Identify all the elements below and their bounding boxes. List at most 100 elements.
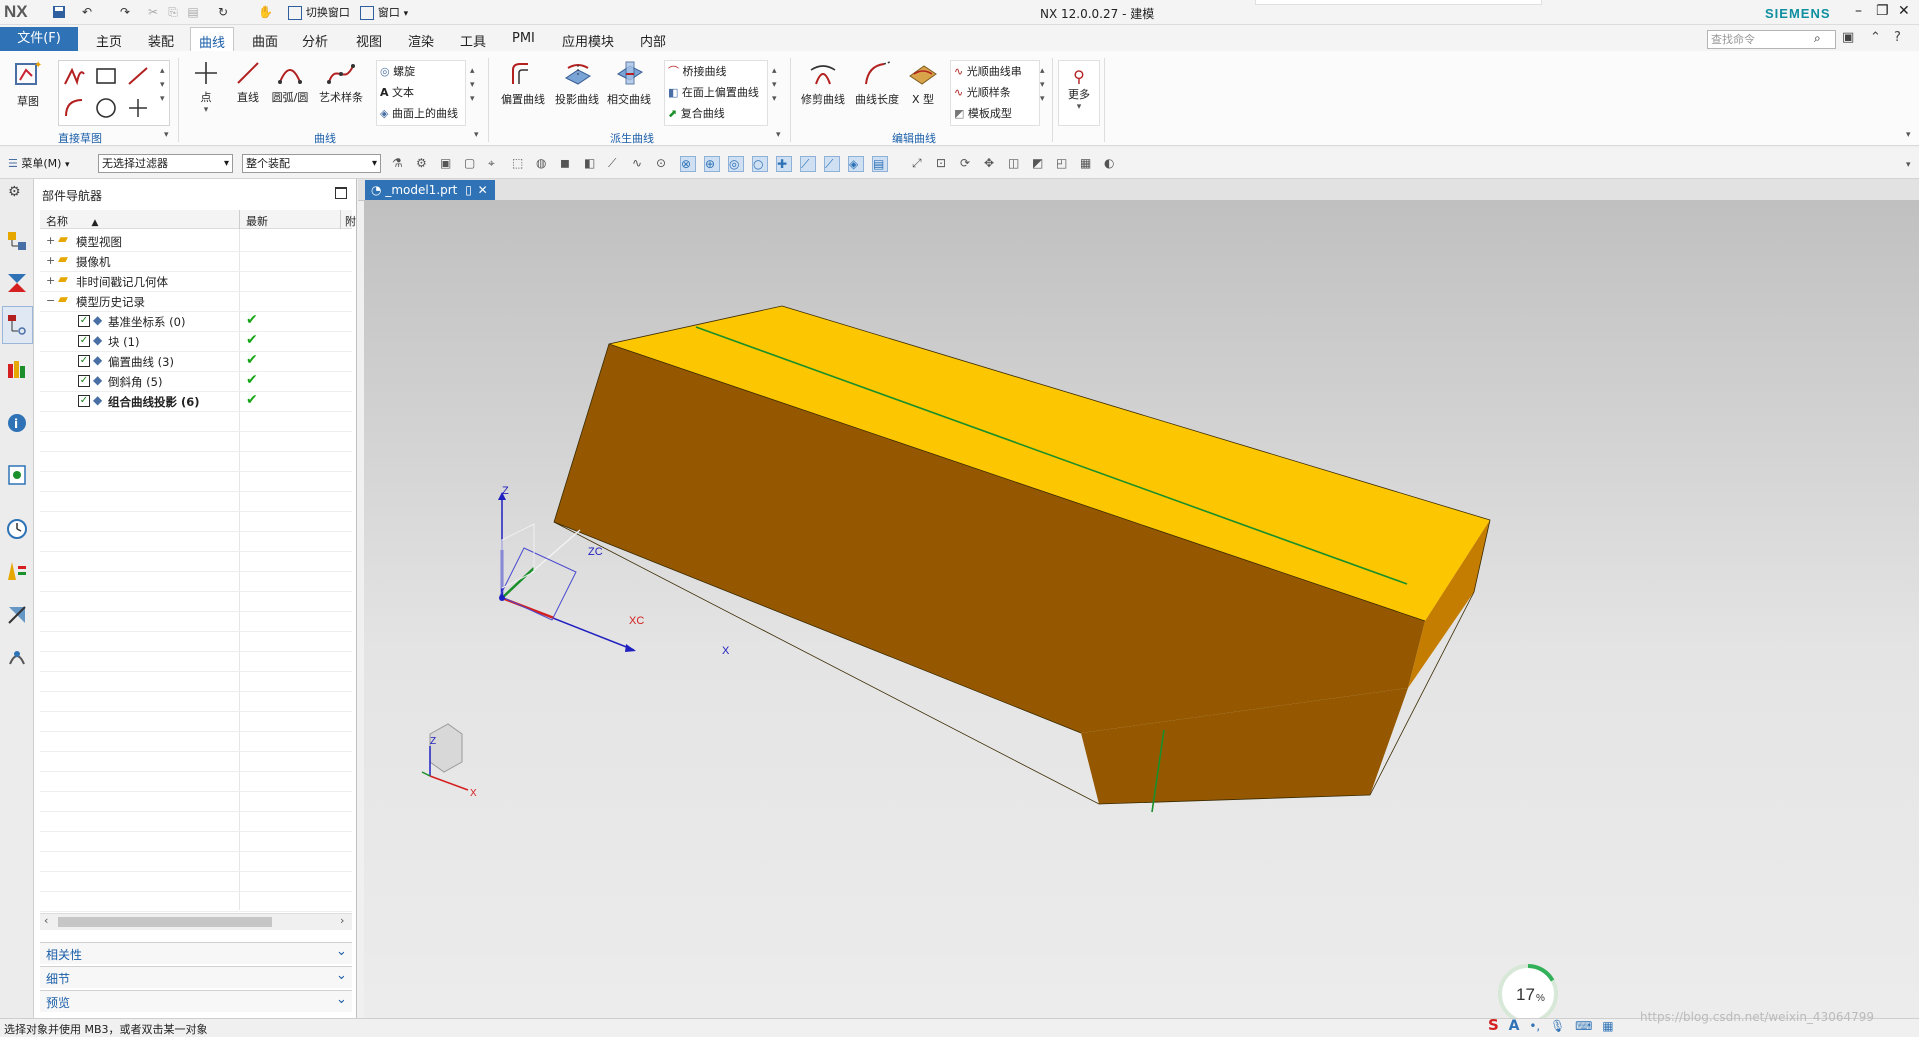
snap-intersection-icon[interactable]: ✚	[776, 156, 792, 172]
edit-list-scroll-icon[interactable]: ▴ ▾ ▾	[1040, 64, 1045, 106]
sketch-button[interactable]: ✦ 草图	[12, 58, 44, 109]
group-derived-expand-icon[interactable]: ▾	[776, 130, 781, 140]
zoom-icon[interactable]: ⊡	[936, 156, 950, 170]
group-direct-sketch-expand-icon[interactable]: ▾	[164, 130, 169, 140]
cut-icon[interactable]: ✂	[146, 5, 160, 19]
feature-checkbox[interactable]: ✓	[78, 355, 90, 367]
general-filter-icon[interactable]: ⚙	[416, 156, 430, 170]
switch-window-button[interactable]: 切换窗口	[288, 4, 350, 20]
navigator-maximize-icon[interactable]	[335, 187, 347, 199]
datum-origin[interactable]	[499, 595, 505, 601]
snap-endpoint-icon[interactable]: ⊗	[680, 156, 696, 172]
touch-mode-icon[interactable]: ✋	[258, 5, 273, 19]
reuse-library-icon[interactable]	[6, 358, 28, 380]
snap-center-icon[interactable]: ◎	[728, 156, 744, 172]
details-panel[interactable]: 细节 ⌄	[40, 966, 352, 988]
tree-row[interactable]: + ▰ 模型视图	[40, 231, 352, 252]
ribbon-options-icon[interactable]: ▣	[1842, 30, 1854, 45]
ime-punct-icon[interactable]: •,	[1529, 1019, 1540, 1033]
process-studio-icon[interactable]	[6, 560, 28, 582]
body-select-icon[interactable]: ◼	[560, 156, 574, 170]
tree-row[interactable]: + ▰ 摄像机	[40, 251, 352, 272]
preview-panel[interactable]: 预览 ⌄	[40, 990, 352, 1012]
column-header-latest[interactable]: 最新	[246, 213, 268, 229]
tree-row[interactable]: ✓ ◆ 组合曲线投影 (6) ✔	[40, 391, 352, 412]
tree-row[interactable]: ✓ ◆ 块 (1) ✔	[40, 331, 352, 352]
tab-tools[interactable]: 工具	[460, 31, 486, 50]
arc-circle-button[interactable]: 圆弧/圆	[268, 60, 312, 105]
tab-render[interactable]: 渲染	[408, 31, 434, 50]
help-icon[interactable]: ?	[1894, 30, 1901, 45]
tree-row[interactable]: − ▰ 模型历史记录	[40, 291, 352, 312]
collapse-ribbon-icon[interactable]: ⌃	[1870, 30, 1881, 45]
history-icon[interactable]	[6, 518, 28, 540]
selection-scope-select[interactable]: 整个装配	[242, 154, 381, 173]
expand-toggle-icon[interactable]: +	[46, 234, 55, 247]
column-header-name[interactable]: 名称 ▲	[46, 213, 98, 229]
model-canvas[interactable]: Z ZC XC X Z X 17 %	[364, 200, 1919, 1018]
undo-icon[interactable]: ↶	[80, 5, 94, 19]
feature-checkbox[interactable]: ✓	[78, 335, 90, 347]
snap-bounded-icon[interactable]: ▤	[872, 156, 888, 172]
art-spline-button[interactable]: 艺术样条	[316, 60, 366, 105]
rectangle-select-icon[interactable]: ⬚	[512, 156, 526, 170]
tab-close-icon[interactable]: ✕	[478, 183, 488, 197]
part-navigator-tab[interactable]	[2, 306, 33, 344]
snap-quadrant-icon[interactable]: ○	[752, 156, 768, 172]
assembly-navigator-icon[interactable]	[6, 230, 28, 252]
feature-select-icon[interactable]: ◍	[536, 156, 550, 170]
datum-yz-plane[interactable]	[501, 523, 535, 589]
expand-toggle-icon[interactable]: −	[46, 294, 55, 307]
edge-select-icon[interactable]: ⟋	[608, 156, 622, 170]
resource-settings-icon[interactable]: ⚙	[8, 184, 21, 200]
render-style-icon[interactable]: ◩	[1032, 156, 1046, 170]
rectangle-icon[interactable]	[94, 64, 118, 88]
tree-row[interactable]: ✓ ◆ 基准坐标系 (0) ✔	[40, 311, 352, 332]
type-filter-icon[interactable]: ⚗	[392, 156, 406, 170]
point-button[interactable]: 点 ▾	[192, 60, 220, 115]
offset-curve-button[interactable]: 偏置曲线	[498, 60, 548, 107]
pan-icon[interactable]: ✥	[984, 156, 998, 170]
file-menu-button[interactable]: 文件(F)	[0, 27, 78, 51]
window-menu-button[interactable]: 窗口 ▾	[360, 4, 408, 20]
keyboard-icon[interactable]: ⌨	[1575, 1019, 1592, 1033]
more-button[interactable]: ⚲ 更多 ▾	[1058, 60, 1100, 126]
role-icon[interactable]	[6, 646, 28, 668]
line-button[interactable]: 直线	[234, 60, 262, 105]
restore-button[interactable]: ❐	[1876, 3, 1889, 19]
sogou-ime-icon[interactable]: S	[1488, 1016, 1499, 1034]
feature-checkbox[interactable]: ✓	[78, 375, 90, 387]
redo-icon[interactable]: ↷	[118, 5, 132, 19]
x-form-button[interactable]: X 型	[904, 60, 942, 107]
text-button[interactable]: A 文本	[380, 84, 414, 100]
toolbar-expand-icon[interactable]: ▾	[1906, 160, 1911, 170]
curve-on-surface-button[interactable]: ◈ 曲面上的曲线	[380, 105, 458, 121]
view-triad-cube[interactable]	[429, 723, 463, 773]
show-hide-icon[interactable]: ◐	[1104, 156, 1118, 170]
selection-filter-select[interactable]: 无选择过滤器	[98, 154, 233, 173]
composite-curve-button[interactable]: ⬈ 复合曲线	[668, 105, 725, 121]
circle-icon[interactable]	[94, 96, 118, 120]
tab-assembly[interactable]: 装配	[148, 31, 174, 50]
tree-row[interactable]: ✓ ◆ 倒斜角 (5) ✔	[40, 371, 352, 392]
snap-on-face-icon[interactable]: ◈	[848, 156, 864, 172]
hd3d-tools-icon[interactable]: i	[6, 412, 28, 434]
ime-mode-icon[interactable]: A	[1509, 1018, 1520, 1034]
point-select-icon[interactable]: ⊙	[656, 156, 670, 170]
minimize-button[interactable]: –	[1855, 3, 1862, 19]
ime-toolbox-icon[interactable]: ▦	[1602, 1019, 1613, 1033]
tab-pin-icon[interactable]: ▯	[465, 183, 472, 197]
model-tab[interactable]: ◔ _model1.prt ▯ ✕	[365, 180, 495, 200]
derived-list-scroll-icon[interactable]: ▴ ▾ ▾	[772, 64, 777, 106]
feature-checkbox[interactable]: ✓	[78, 315, 90, 327]
tab-internal[interactable]: 内部	[640, 31, 666, 50]
trim-curve-button[interactable]: 修剪曲线	[798, 60, 848, 107]
select-all-icon[interactable]: ▣	[440, 156, 454, 170]
project-curve-button[interactable]: 投影曲线	[552, 60, 602, 107]
sketch-line-icon[interactable]	[126, 64, 150, 88]
offset-on-face-button[interactable]: ◧ 在面上偏置曲线	[668, 84, 759, 100]
tree-row[interactable]: + ▰ 非时间戳记几何体	[40, 271, 352, 292]
smooth-spline-button[interactable]: ∿ 光顺样条	[954, 84, 1011, 100]
template-shaping-button[interactable]: ◩ 模板成型	[954, 105, 1012, 121]
tab-home[interactable]: 主页	[96, 31, 122, 50]
